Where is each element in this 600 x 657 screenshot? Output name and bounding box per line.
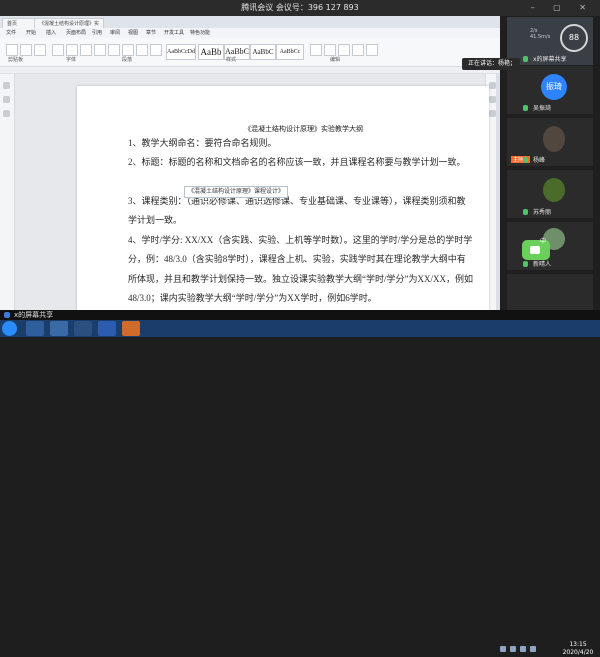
battery-icon[interactable] [520, 646, 526, 652]
menu-features[interactable]: 特色功能 [190, 28, 210, 38]
participant-tile[interactable]: 振琦 吴振琦 [507, 66, 593, 114]
wps-menu-bar: 文件 开始 插入 页面布局 引用 审阅 视图 章节 开发工具 特色功能 [0, 28, 500, 38]
system-tray: 13:15 2020/4/20 [500, 641, 600, 657]
menu-layout[interactable]: 页面布局 [66, 28, 86, 38]
spacing-button[interactable] [150, 44, 162, 56]
avatar [543, 126, 565, 152]
group-styles: 样式 [226, 57, 237, 63]
participant-name: 苏秀丽 [533, 209, 552, 216]
participant-tile[interactable] [507, 274, 593, 310]
doc-textbox[interactable]: 《混凝土结构设计原理》课程设计》 [184, 186, 289, 198]
replace-button[interactable] [352, 44, 364, 56]
mic-icon [523, 157, 528, 163]
screen-share-bar[interactable]: x的屏幕共享 [0, 310, 600, 320]
nav-pane-icon[interactable] [3, 82, 10, 89]
outline-icon[interactable] [3, 96, 10, 103]
paste-button[interactable] [6, 44, 18, 56]
screen-share-area: 首页 《混凝土结构设计原理》实验教学大纲.docx 文件 开始 插入 页面布局 … [0, 16, 500, 310]
settings-icon[interactable] [489, 96, 496, 103]
zoom-icon[interactable] [489, 82, 496, 89]
menu-home[interactable]: 开始 [26, 28, 36, 38]
volume-icon[interactable] [510, 646, 516, 652]
doc-paragraph-2: 2、标题：标题的名称和文档命名的名称应该一致，并且课程名称要与教学计划一致。 [128, 157, 466, 167]
align-button[interactable] [108, 44, 120, 56]
text-tools-button[interactable] [366, 44, 378, 56]
group-paragraph: 段落 [122, 57, 133, 63]
mic-icon [523, 261, 528, 267]
new-style-button[interactable] [310, 44, 322, 56]
group-editing: 编辑 [330, 57, 341, 63]
font-select[interactable] [52, 44, 64, 56]
group-clipboard: 剪贴板 [8, 57, 24, 63]
bold-button[interactable] [66, 44, 78, 56]
menu-review[interactable]: 审阅 [110, 28, 120, 38]
group-font: 字体 [66, 57, 77, 63]
style-heading4[interactable]: AaBbCc [276, 44, 304, 60]
underline-button[interactable] [94, 44, 106, 56]
participant-name: 杨峰 [533, 157, 546, 164]
ime-icon[interactable] [530, 646, 536, 652]
taskbar-app-explorer[interactable] [50, 321, 68, 336]
speaking-popup: 正在讲话：杨艳； [462, 58, 520, 70]
left-toolbar [0, 74, 15, 310]
menu-insert[interactable]: 插入 [46, 28, 56, 38]
widget-icon [530, 246, 540, 254]
mic-icon [523, 105, 528, 111]
menu-file[interactable]: 文件 [6, 28, 16, 38]
mic-icon [523, 56, 528, 62]
network-icon[interactable] [500, 646, 506, 652]
doc-paragraph-4: 4、学时/学分: XX/XX（含实践、实验、上机等学时数）。这里的学时/学分是总… [128, 235, 473, 304]
style-normal[interactable]: AaBbCcDd [166, 44, 196, 60]
document-page: 《混凝土结构设计原理》实验教学大纲 1、教学大纲命名：要符合命名规则。 2、标题… [77, 86, 489, 310]
taskbar-app-ie[interactable] [26, 321, 44, 336]
participant-tile[interactable]: 主持人 杨峰 [507, 118, 593, 166]
windows-taskbar: 13:15 2020/4/20 [0, 320, 600, 656]
doc-paragraph-3: 3、课程类别：（通识必修课、通识选修课、专业基础课、专业课等），课程类别须和教学… [128, 196, 466, 226]
indent-button[interactable] [136, 44, 148, 56]
cut-button[interactable] [20, 44, 32, 56]
ruler [0, 67, 500, 74]
participant-tile[interactable]: 新晴人 [507, 222, 593, 270]
copy-button[interactable] [34, 44, 46, 56]
taskbar-app-media[interactable] [74, 321, 92, 336]
list-button[interactable] [122, 44, 134, 56]
mic-icon [523, 209, 528, 215]
clock-time: 13:15 [569, 641, 587, 648]
participant-name: 吴振琦 [533, 105, 552, 112]
italic-button[interactable] [80, 44, 92, 56]
menu-developer[interactable]: 开发工具 [164, 28, 184, 38]
style-heading3[interactable]: AaBbC [250, 44, 276, 60]
share-label: x的屏幕共享 [14, 311, 54, 319]
participant-name: 新晴人 [533, 261, 552, 268]
participant-tile[interactable]: 苏秀丽 [507, 170, 593, 218]
tray-icons [500, 646, 540, 652]
avatar [543, 178, 565, 202]
share-icon [4, 312, 10, 318]
taskbar-app-tencent-meeting[interactable] [122, 321, 140, 336]
clock-date: 2020/4/20 [562, 649, 594, 656]
clock[interactable]: 13:15 2020/4/20 [560, 641, 596, 657]
doc-paragraph-1: 1、教学大纲命名：要符合命名规则。 [128, 138, 277, 148]
wps-tab-bar: 首页 《混凝土结构设计原理》实验教学大纲.docx [0, 16, 500, 37]
comment-icon[interactable] [489, 110, 496, 117]
green-widget-label: 中 [540, 238, 547, 245]
ribbon-toolbar: AaBbCcDd AaBb AaBbC AaBbC AaBbCc 剪贴板 字体 … [0, 38, 500, 67]
window-controls[interactable]: – ▢ ✕ [531, 0, 594, 16]
meeting-title-bar: 腾讯会议 会议号：396 127 893 – ▢ ✕ [0, 0, 600, 16]
select-button[interactable] [338, 44, 350, 56]
start-button[interactable] [2, 321, 17, 336]
taskbar-app-word[interactable] [98, 321, 116, 336]
meeting-title: 腾讯会议 会议号：396 127 893 [241, 3, 359, 12]
participant-name: x的屏幕共享 [533, 56, 567, 63]
style-heading1[interactable]: AaBb [198, 44, 224, 60]
menu-section[interactable]: 章节 [146, 28, 156, 38]
avatar: 振琦 [541, 74, 567, 100]
doc-heading: 《混凝土结构设计原理》实验教学大纲 [244, 125, 363, 133]
menu-references[interactable]: 引用 [92, 28, 102, 38]
bookmark-icon[interactable] [3, 110, 10, 117]
find-button[interactable] [324, 44, 336, 56]
menu-view[interactable]: 视图 [128, 28, 138, 38]
gauge: 88 [560, 24, 588, 52]
